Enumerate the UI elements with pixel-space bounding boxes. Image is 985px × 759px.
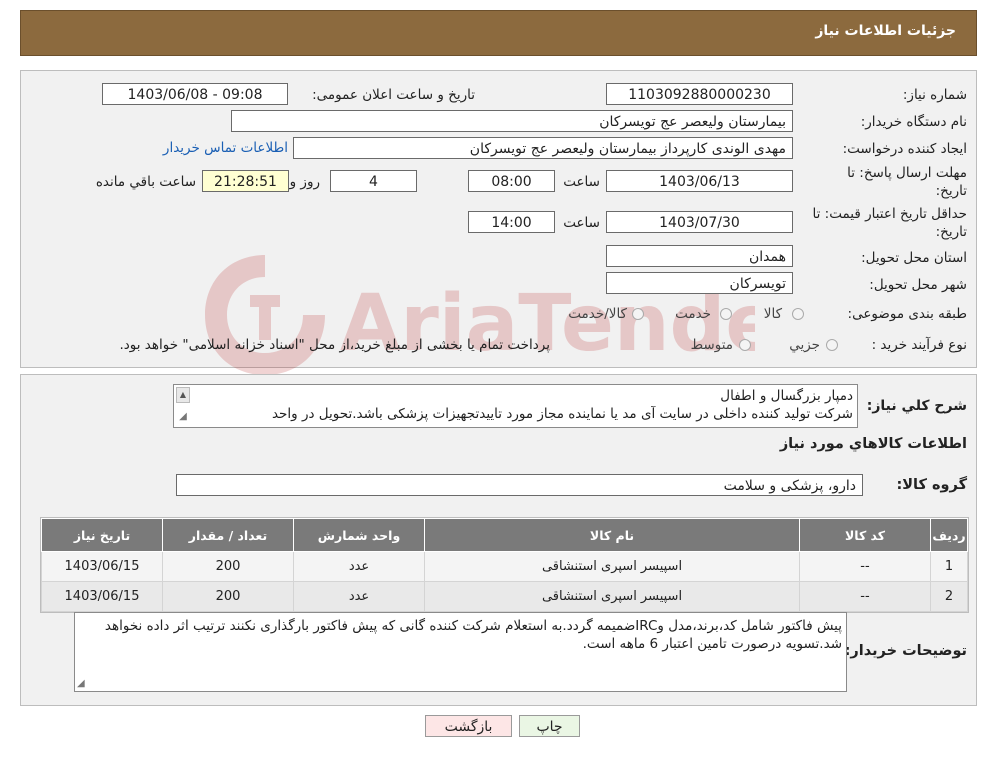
- cell-item-name: اسپیسر اسپری استنشاقی: [424, 551, 800, 582]
- reply-deadline-label: مهلت ارسال پاسخ: تا تاریخ:: [847, 165, 967, 199]
- process-medium-radio[interactable]: [739, 339, 751, 351]
- remaining-time-field: 21:28:51: [202, 170, 289, 192]
- cell-quantity: 200: [162, 551, 294, 582]
- category-goods-label: کالا: [763, 306, 782, 322]
- creator-label: ایجاد کننده درخواست:: [842, 141, 967, 157]
- cell-item-name: اسپیسر اسپری استنشاقی: [424, 581, 800, 612]
- price-validity-date-field: 1403/07/30: [606, 211, 793, 233]
- price-validity-label: حداقل تاریخ اعتبار قیمت: تا تاریخ:: [812, 206, 967, 240]
- description-box[interactable]: دمپار بزرگسال و اطفال شرکت تولید کننده د…: [173, 384, 858, 428]
- cell-row-number: 2: [930, 581, 968, 612]
- col-header-need-date: تاریخ نیاز: [41, 518, 163, 552]
- goods-group-field: دارو، پزشکی و سلامت: [176, 474, 863, 496]
- province-field: همدان: [606, 245, 793, 267]
- page-title: جزئیات اطلاعات نیاز: [815, 23, 956, 39]
- goods-table-wrapper: ردیف کد کالا نام کالا واحد شمارش تعداد /…: [40, 517, 969, 613]
- category-goods-radio[interactable]: [792, 308, 804, 320]
- buyer-notes-label: توضیحات خریدار:: [844, 643, 967, 659]
- city-label: شهر محل تحویل:: [869, 277, 967, 293]
- col-header-unit: واحد شمارش: [293, 518, 425, 552]
- category-goods-service-radio[interactable]: [632, 308, 644, 320]
- cell-item-code: --: [799, 551, 931, 582]
- col-header-item-code: کد کالا: [799, 518, 931, 552]
- goods-table: ردیف کد کالا نام کالا واحد شمارش تعداد /…: [41, 518, 968, 612]
- purchase-process-label: نوع فرآیند خرید :: [871, 337, 967, 353]
- price-validity-time-label: ساعت: [563, 215, 600, 231]
- scroll-up-icon[interactable]: ▲: [176, 387, 190, 403]
- category-label: طبقه بندی موضوعی:: [847, 306, 967, 322]
- description-line-2: شرکت تولید کننده داخلی در سایت آی مد یا …: [271, 406, 853, 422]
- category-service-label: خدمت: [675, 306, 711, 322]
- cell-need-date: 1403/06/15: [41, 581, 163, 612]
- buyer-notes-text: پیش فاکتور شامل کد،برند،مدل وIRCضمیمه گر…: [104, 618, 842, 652]
- reply-deadline-date-field: 1403/06/13: [606, 170, 793, 192]
- cell-quantity: 200: [162, 581, 294, 612]
- process-minor-radio[interactable]: [826, 339, 838, 351]
- process-medium-label: متوسط: [690, 337, 733, 353]
- cell-need-date: 1403/06/15: [41, 551, 163, 582]
- table-row: 1 -- اسپیسر اسپری استنشاقی عدد 200 1403/…: [41, 551, 968, 582]
- buyer-org-field: بیمارستان ولیعصر عج تویسرکان: [231, 110, 793, 132]
- goods-section-title: اطلاعات کالاهاي مورد نياز: [779, 436, 967, 452]
- description-line-1: دمپار بزرگسال و اطفال: [720, 388, 853, 404]
- need-number-label: شماره نیاز:: [902, 87, 967, 103]
- price-validity-time-field: 14:00: [468, 211, 555, 233]
- creator-field: مهدی الوندی کارپرداز بیمارستان ولیعصر عج…: [293, 137, 793, 159]
- announce-datetime-field: 1403/06/08 - 09:08: [102, 83, 288, 105]
- reply-deadline-time-field: 08:00: [468, 170, 555, 192]
- reply-deadline-time-label: ساعت: [563, 174, 600, 190]
- buyer-contact-link[interactable]: اطلاعات تماس خریدار: [163, 140, 288, 156]
- category-service-radio[interactable]: [720, 308, 732, 320]
- treasury-note: پرداخت تمام یا بخشی از مبلغ خرید،از محل …: [119, 337, 550, 353]
- cell-row-number: 1: [930, 551, 968, 582]
- buyer-notes-box[interactable]: پیش فاکتور شامل کد،برند،مدل وIRCضمیمه گر…: [74, 612, 847, 692]
- description-label: شرح کلي نياز:: [866, 398, 967, 414]
- province-label: استان محل تحویل:: [861, 250, 967, 266]
- cell-item-code: --: [799, 581, 931, 612]
- resize-grip-icon[interactable]: ◢: [176, 409, 190, 425]
- cell-unit: عدد: [293, 581, 425, 612]
- table-row: 2 -- اسپیسر اسپری استنشاقی عدد 200 1403/…: [41, 581, 968, 612]
- process-minor-label: جزیي: [789, 337, 820, 353]
- announce-datetime-label: تاریخ و ساعت اعلان عمومی:: [312, 87, 475, 103]
- back-button[interactable]: بازگشت: [425, 715, 512, 737]
- col-header-quantity: تعداد / مقدار: [162, 518, 294, 552]
- buyer-org-label: نام دستگاه خریدار:: [860, 114, 967, 130]
- cell-unit: عدد: [293, 551, 425, 582]
- days-label: روز و: [289, 174, 320, 190]
- page-header: جزئیات اطلاعات نیاز: [20, 10, 977, 56]
- table-header-row: ردیف کد کالا نام کالا واحد شمارش تعداد /…: [41, 518, 968, 552]
- col-header-item-name: نام کالا: [424, 518, 800, 552]
- resize-grip-icon[interactable]: ◢: [77, 678, 85, 689]
- remaining-time-label: ساعت باقي مانده: [95, 174, 196, 190]
- city-field: تویسرکان: [606, 272, 793, 294]
- goods-group-label: گروه کالا:: [896, 477, 967, 493]
- print-button[interactable]: چاپ: [519, 715, 580, 737]
- remaining-days-field: 4: [330, 170, 417, 192]
- need-number-field: 1103092880000230: [606, 83, 793, 105]
- col-header-row-number: ردیف: [930, 518, 968, 552]
- category-goods-service-label: کالا/خدمت: [568, 306, 627, 322]
